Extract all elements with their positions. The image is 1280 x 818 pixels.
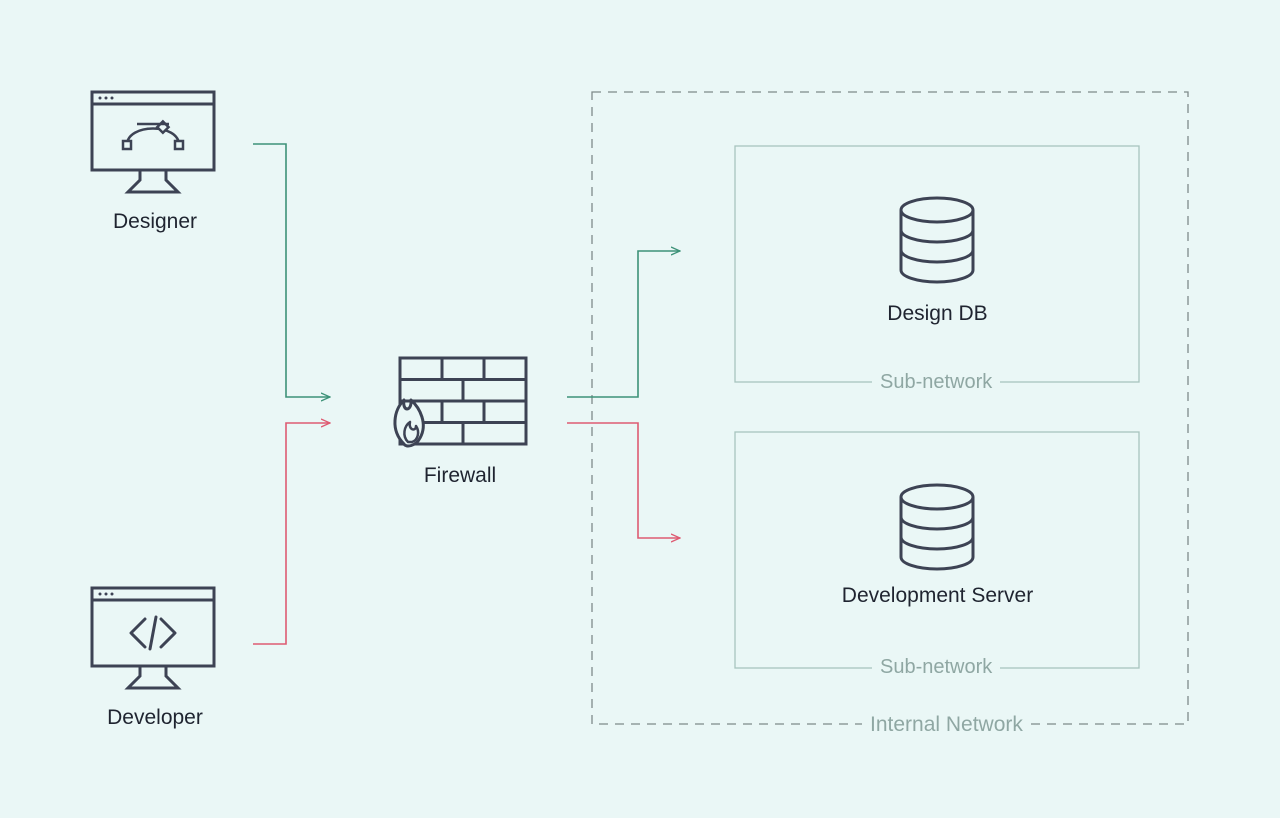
sub-network-1-frame <box>735 146 1139 382</box>
developer-label: Developer <box>80 706 230 730</box>
developer-icon <box>92 588 214 688</box>
designer-icon <box>92 92 214 192</box>
design-db-icon <box>901 198 973 282</box>
edge-firewall-to-dev-server <box>567 423 680 538</box>
edge-designer-to-firewall <box>253 144 330 397</box>
sub-network-1-label: Sub-network <box>872 371 1000 394</box>
dev-server-label: Development Server <box>780 584 1095 608</box>
firewall-label: Firewall <box>390 464 530 488</box>
firewall-icon <box>395 358 526 446</box>
dev-server-icon <box>901 485 973 569</box>
internal-network-frame <box>592 92 1188 724</box>
edge-firewall-to-design-db <box>567 251 680 397</box>
designer-label: Designer <box>80 210 230 234</box>
edge-developer-to-firewall <box>253 423 330 644</box>
internal-network-label: Internal Network <box>862 713 1031 737</box>
sub-network-2-label: Sub-network <box>872 656 1000 679</box>
design-db-label: Design DB <box>820 302 1055 326</box>
diagram-canvas <box>0 0 1280 818</box>
